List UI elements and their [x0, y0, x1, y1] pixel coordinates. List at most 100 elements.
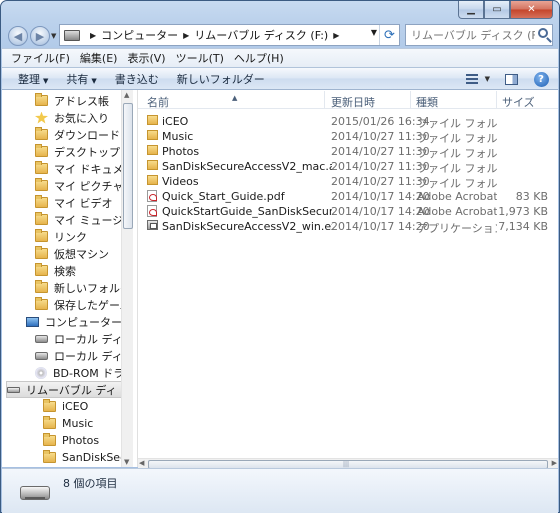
maximize-button[interactable]: ▭ [484, 1, 510, 19]
nav-item[interactable]: ローカル ディスク [35, 347, 133, 364]
nav-item[interactable]: アドレス帳 [35, 92, 109, 109]
nav-item[interactable]: マイ ドキュメント [35, 160, 133, 177]
nav-item[interactable]: コンピューター [26, 313, 122, 330]
scroll-left-icon[interactable]: ◀ [139, 459, 144, 467]
nav-item[interactable]: マイ ミュージック [35, 211, 133, 228]
new-folder-button[interactable]: 新しいフォルダー [177, 71, 265, 87]
drive-icon [35, 351, 48, 360]
file-row[interactable]: SanDiskSecureAccessV2_win.exe 2014/10/17 … [145, 219, 548, 235]
search-icon[interactable] [538, 28, 548, 38]
column-type[interactable]: 種類 [416, 94, 438, 110]
recent-pages-dropdown[interactable]: ▼ [51, 32, 56, 40]
nav-item[interactable]: Photos [43, 432, 99, 449]
file-row[interactable]: SanDiskSecureAccessV2_mac.app 2014/10/27 … [145, 159, 548, 175]
burn-button[interactable]: 書き込む [115, 71, 159, 87]
folder-icon [35, 212, 48, 225]
menu-file[interactable]: ファイル(F) [11, 50, 70, 66]
nav-item-label: 仮想マシン [54, 247, 109, 261]
sort-arrow-icon: ▲ [232, 94, 238, 102]
details-pane: 8 個の項目 [2, 468, 558, 513]
column-date[interactable]: 更新日時 [331, 94, 375, 110]
scroll-down-icon[interactable]: ▼ [124, 458, 129, 466]
nav-item[interactable]: リンク [35, 228, 87, 245]
nav-item[interactable]: マイ ピクチャ [35, 177, 123, 194]
scrollbar-thumb[interactable] [123, 103, 133, 229]
nav-item[interactable]: iCEO [43, 398, 88, 415]
usb-drive-icon [7, 386, 20, 393]
column-header: ▲ 名前 更新日時 種類 サイズ [138, 90, 558, 109]
breadcrumb-separator-icon[interactable]: ▶ [183, 31, 189, 40]
scrollbar-grip-icon: ||| [343, 461, 350, 468]
help-button[interactable]: ? [532, 71, 550, 87]
forward-button[interactable]: ▶ [30, 26, 50, 46]
file-row[interactable]: Photos2014/10/27 11:30ファイル フォル... [145, 144, 548, 160]
nav-item-label: iCEO [62, 400, 89, 413]
nav-item[interactable]: 保存したゲーム [35, 296, 131, 313]
view-dropdown-icon[interactable]: ▼ [485, 75, 490, 83]
file-row[interactable]: iCEO2015/01/26 16:34ファイル フォル... [145, 114, 548, 130]
menu-edit[interactable]: 編集(E) [80, 50, 118, 66]
file-name: SanDiskSecureAccessV2_win.exe [162, 220, 332, 233]
search-box[interactable] [405, 24, 553, 46]
scroll-up-icon[interactable]: ▲ [124, 91, 129, 99]
file-name: QuickStartGuide_SanDiskSecureAcc... [162, 205, 332, 218]
folder-icon [35, 263, 48, 276]
nav-item[interactable]: ローカル ディスク [35, 330, 133, 347]
nav-item[interactable]: デスクトップ [35, 143, 120, 160]
nav-item-label: リンク [54, 230, 87, 244]
organize-button[interactable]: 整理 ▼ [18, 71, 48, 87]
dvd-icon [35, 366, 47, 379]
breadcrumb-separator-icon[interactable]: ▶ [333, 31, 339, 40]
search-input[interactable] [411, 28, 535, 42]
help-icon: ? [533, 71, 549, 87]
file-row[interactable]: Quick_Start_Guide.pdf 2014/10/17 14:20 Ado… [145, 189, 548, 204]
back-button[interactable]: ◀ [8, 26, 28, 46]
navigation-scrollbar[interactable]: ▲ ▼ [121, 90, 133, 467]
nav-item[interactable]: ダウンロード [35, 126, 120, 143]
folder-icon [35, 127, 48, 140]
address-bar[interactable]: ▶ コンピューター ▶ リムーバブル ディスク (F:) ▶ ▼ ⟳ [59, 24, 400, 46]
refresh-icon[interactable]: ⟳ [379, 25, 399, 45]
column-name[interactable]: 名前 [147, 94, 169, 110]
nav-item[interactable]: BD-ROM ドライブ [35, 364, 133, 381]
nav-item[interactable]: SanDiskSecureA [43, 449, 133, 466]
file-list: ▲ 名前 更新日時 種類 サイズ iCEO 2015/01/26 16:34 ファイ… [138, 90, 558, 467]
column-size[interactable]: サイズ [502, 94, 535, 110]
nav-item[interactable]: 新しいフォルダー [35, 279, 133, 296]
file-date: 2014/10/17 14:20 [331, 190, 430, 203]
file-row[interactable]: Videos2014/10/27 11:30ファイル フォル... [145, 174, 548, 190]
scroll-right-icon[interactable]: ▶ [552, 459, 557, 467]
nav-item[interactable]: お気に入り [35, 109, 109, 126]
breadcrumb-removable-disk[interactable]: リムーバブル ディスク (F:) [194, 27, 328, 43]
nav-item[interactable]: 検索 [35, 262, 76, 279]
file-row[interactable]: Music2014/10/27 11:30ファイル フォル... [145, 129, 548, 145]
menu-tools[interactable]: ツール(T) [176, 50, 224, 66]
chevron-down-icon: ▼ [43, 76, 49, 85]
nav-item[interactable]: Videos [43, 466, 99, 467]
explorer-window: ▁ ▭ ✕ ◀ ▶ ▼ ▶ コンピューター ▶ リムーバブル ディスク (F:)… [0, 0, 560, 513]
file-date: 2014/10/27 11:30 [331, 145, 430, 158]
command-bar: 整理 ▼ 共有 ▼ 書き込む 新しいフォルダー ▼ ? [2, 67, 558, 90]
minimize-button[interactable]: ▁ [458, 1, 484, 19]
preview-pane-button[interactable] [502, 71, 520, 87]
menu-view[interactable]: 表示(V) [127, 50, 165, 66]
nav-item[interactable]: リムーバブル ディ [6, 381, 122, 398]
nav-item[interactable]: Music [43, 415, 93, 432]
view-options-icon[interactable] [465, 72, 481, 86]
file-size: 1,973 KB [498, 205, 548, 218]
file-date: 2014/10/17 14:20 [331, 220, 430, 233]
close-button[interactable]: ✕ [510, 1, 553, 19]
nav-item[interactable]: 仮想マシン [35, 245, 109, 262]
file-row[interactable]: QuickStartGuide_SanDiskSecureAcc...2014/… [145, 204, 548, 219]
breadcrumb-computer[interactable]: コンピューター [101, 27, 178, 43]
address-dropdown-icon[interactable]: ▼ [371, 28, 377, 37]
folder-icon [35, 297, 48, 310]
breadcrumb-separator-icon[interactable]: ▶ [90, 31, 96, 40]
pdf-icon [147, 205, 157, 217]
share-button[interactable]: 共有 ▼ [66, 71, 96, 87]
file-name: SanDiskSecureAccessV2_mac.app [162, 160, 332, 173]
view-controls: ▼ ? [465, 71, 550, 87]
nav-item[interactable]: マイ ビデオ [35, 194, 113, 211]
menu-help[interactable]: ヘルプ(H) [234, 50, 284, 66]
nav-item-label: マイ ピクチャ [54, 179, 124, 193]
